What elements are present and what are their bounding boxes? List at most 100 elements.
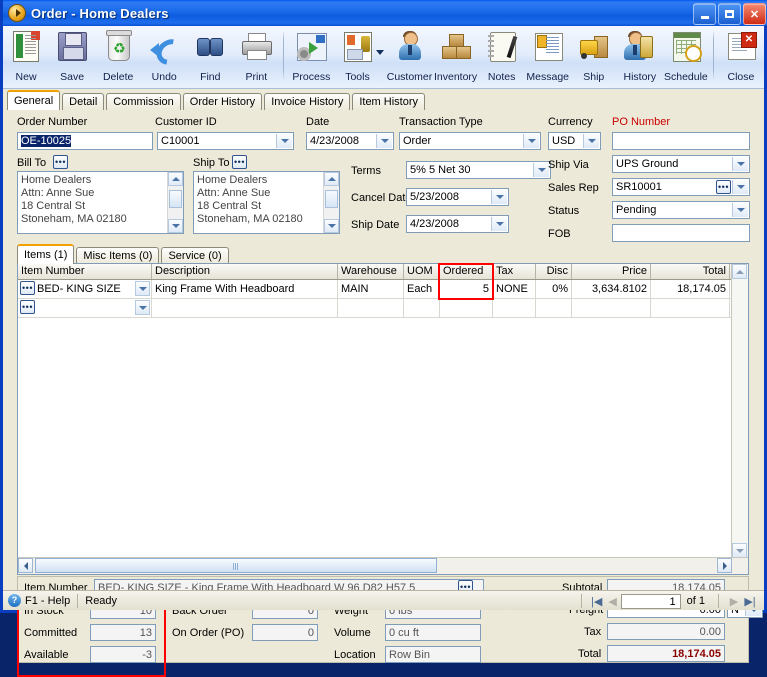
cell-price[interactable]: 3,634.8102 bbox=[572, 280, 651, 298]
last-record-button[interactable]: ▶| bbox=[742, 594, 758, 609]
cell-item-number[interactable]: ••• bbox=[18, 299, 152, 317]
ship-to-lookup-button[interactable]: ••• bbox=[232, 155, 247, 169]
grid-header-description[interactable]: Description bbox=[152, 264, 338, 279]
ship-to-address[interactable]: Home Dealers Attn: Anne Sue 18 Central S… bbox=[193, 171, 340, 234]
terms-combo[interactable]: 5% 5 Net 30 bbox=[406, 161, 551, 179]
grid-header-uom[interactable]: UOM bbox=[404, 264, 440, 279]
previous-record-button[interactable]: ◀ bbox=[605, 594, 621, 609]
chevron-down-icon[interactable] bbox=[583, 134, 599, 148]
scroll-down-icon[interactable] bbox=[168, 219, 183, 233]
toolbar-message-button[interactable]: Message bbox=[525, 28, 571, 86]
tab-items[interactable]: Items (1) bbox=[17, 244, 75, 264]
maximize-button[interactable] bbox=[718, 3, 741, 25]
cell-description[interactable]: King Frame With Headboard bbox=[152, 280, 338, 298]
cell-ordered[interactable] bbox=[440, 299, 493, 317]
minimize-button[interactable] bbox=[693, 3, 716, 25]
tools-dropdown-chevron-down-icon[interactable] bbox=[376, 50, 385, 55]
scroll-thumb[interactable] bbox=[325, 190, 338, 208]
first-record-button[interactable]: |◀ bbox=[589, 594, 605, 609]
bill-to-lookup-button[interactable]: ••• bbox=[53, 155, 68, 169]
cell-ordered[interactable]: 5 bbox=[440, 280, 493, 298]
grid-header-item-number[interactable]: Item Number bbox=[18, 264, 152, 279]
tab-misc-items[interactable]: Misc Items (0) bbox=[76, 247, 160, 264]
scroll-up-icon[interactable] bbox=[324, 172, 339, 186]
cell-total[interactable]: 18,174.05 bbox=[651, 280, 730, 298]
scroll-right-icon[interactable] bbox=[717, 558, 732, 573]
close-button[interactable]: ✕ bbox=[743, 3, 766, 25]
chevron-down-icon[interactable] bbox=[732, 203, 748, 217]
order-number-input[interactable]: OE-10025 bbox=[17, 132, 153, 150]
grid-header-warehouse[interactable]: Warehouse bbox=[338, 264, 404, 279]
sales-rep-combo[interactable]: SR10001 ••• bbox=[612, 178, 750, 196]
scroll-thumb[interactable] bbox=[169, 190, 182, 208]
scroll-left-icon[interactable] bbox=[18, 558, 33, 573]
toolbar-notes-button[interactable]: Notes bbox=[479, 28, 525, 86]
toolbar-delete-button[interactable]: ♻ Delete bbox=[95, 28, 141, 86]
toolbar-tools-button[interactable]: Tools bbox=[334, 28, 380, 86]
tab-item-history[interactable]: Item History bbox=[352, 93, 426, 110]
cell-description[interactable] bbox=[152, 299, 338, 317]
bill-to-scrollbar[interactable] bbox=[167, 172, 183, 233]
chevron-down-icon[interactable] bbox=[533, 163, 549, 177]
toolbar-process-button[interactable]: Process bbox=[288, 28, 334, 86]
tab-commission[interactable]: Commission bbox=[106, 93, 181, 110]
cell-disc[interactable]: 0% bbox=[536, 280, 572, 298]
tab-order-history[interactable]: Order History bbox=[182, 93, 263, 110]
toolbar-close-button[interactable]: ✕ Close bbox=[718, 28, 764, 86]
cell-total[interactable] bbox=[651, 299, 730, 317]
ship-to-scrollbar[interactable] bbox=[323, 172, 339, 233]
tab-invoice-history[interactable]: Invoice History bbox=[264, 93, 351, 110]
next-record-button[interactable]: ▶ bbox=[726, 594, 742, 609]
chevron-down-icon[interactable] bbox=[732, 180, 748, 194]
date-combo[interactable]: 4/23/2008 bbox=[306, 132, 394, 150]
chevron-down-icon[interactable] bbox=[376, 134, 392, 148]
toolbar-customer-button[interactable]: Customer bbox=[386, 28, 432, 86]
cancel-date-combo[interactable]: 5/23/2008 bbox=[406, 188, 509, 206]
toolbar-print-button[interactable]: Print bbox=[233, 28, 279, 86]
cell-warehouse[interactable]: MAIN bbox=[338, 280, 404, 298]
chevron-down-icon[interactable] bbox=[491, 217, 507, 231]
ship-via-combo[interactable]: UPS Ground bbox=[612, 155, 750, 173]
cell-tax[interactable]: NONE bbox=[493, 280, 536, 298]
toolbar-schedule-button[interactable]: Schedule bbox=[663, 28, 709, 86]
current-page-input[interactable]: 1 bbox=[620, 593, 681, 609]
grid-header-ordered[interactable]: Ordered bbox=[440, 264, 493, 279]
grid-horizontal-scrollbar[interactable] bbox=[18, 557, 748, 574]
toolbar-inventory-button[interactable]: Inventory bbox=[433, 28, 479, 86]
grid-header-price[interactable]: Price bbox=[572, 264, 651, 279]
toolbar-save-button[interactable]: Save bbox=[49, 28, 95, 86]
cell-warehouse[interactable] bbox=[338, 299, 404, 317]
toolbar-history-button[interactable]: History bbox=[617, 28, 663, 86]
chevron-down-icon[interactable] bbox=[135, 281, 150, 296]
transaction-type-combo[interactable]: Order bbox=[399, 132, 541, 150]
table-row[interactable]: ••• BED- KING SIZE King Frame With Headb… bbox=[18, 280, 748, 299]
toolbar-new-button[interactable]: New bbox=[3, 28, 49, 86]
grid-header-total[interactable]: Total bbox=[651, 264, 730, 279]
chevron-down-icon[interactable] bbox=[491, 190, 507, 204]
customer-id-combo[interactable]: C10001 bbox=[157, 132, 294, 150]
status-combo[interactable]: Pending bbox=[612, 201, 750, 219]
cell-item-number[interactable]: ••• BED- KING SIZE bbox=[18, 280, 152, 298]
cell-disc[interactable] bbox=[536, 299, 572, 317]
scroll-up-icon[interactable] bbox=[732, 264, 747, 279]
grid-vertical-scrollbar[interactable] bbox=[731, 264, 748, 558]
sales-rep-lookup-button[interactable]: ••• bbox=[716, 180, 731, 194]
table-row[interactable]: ••• bbox=[18, 299, 748, 318]
scroll-up-icon[interactable] bbox=[168, 172, 183, 186]
ship-date-combo[interactable]: 4/23/2008 bbox=[406, 215, 509, 233]
scroll-down-icon[interactable] bbox=[732, 543, 747, 558]
scroll-thumb[interactable] bbox=[35, 558, 437, 573]
tab-general[interactable]: General bbox=[7, 90, 61, 110]
items-grid[interactable]: Item Number Description Warehouse UOM Or… bbox=[17, 263, 749, 575]
tab-service[interactable]: Service (0) bbox=[161, 247, 229, 264]
row-lookup-button[interactable]: ••• bbox=[20, 300, 35, 314]
cell-tax[interactable] bbox=[493, 299, 536, 317]
cell-price[interactable] bbox=[572, 299, 651, 317]
chevron-down-icon[interactable] bbox=[732, 157, 748, 171]
grid-header-tax[interactable]: Tax bbox=[493, 264, 536, 279]
bill-to-address[interactable]: Home Dealers Attn: Anne Sue 18 Central S… bbox=[17, 171, 184, 234]
tab-detail[interactable]: Detail bbox=[62, 93, 105, 110]
cell-uom[interactable] bbox=[404, 299, 440, 317]
toolbar-undo-button[interactable]: Undo bbox=[141, 28, 187, 86]
chevron-down-icon[interactable] bbox=[276, 134, 292, 148]
